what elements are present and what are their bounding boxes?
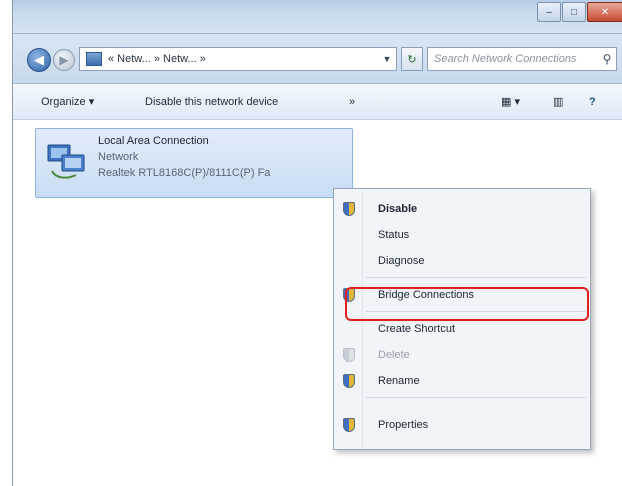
minimize-button[interactable]: –	[537, 2, 561, 22]
connection-name: Local Area Connection	[98, 135, 209, 147]
address-path[interactable]: « Netw... » Netw... »	[108, 53, 378, 65]
close-button[interactable]: ✕	[587, 2, 622, 22]
menu-item-diagnose[interactable]: Diagnose	[336, 249, 588, 273]
menu-separator	[366, 397, 586, 398]
shield-icon	[336, 197, 362, 221]
organize-button[interactable]: Organize ▾	[41, 94, 94, 110]
preview-pane-button[interactable]: ▥	[553, 94, 563, 110]
search-placeholder: Search Network Connections	[434, 53, 577, 65]
menu-item-rename[interactable]: Rename	[336, 369, 588, 393]
menu-item-delete: Delete	[336, 343, 588, 367]
menu-item-label: Properties	[378, 419, 429, 431]
shield-icon	[336, 369, 362, 393]
help-button[interactable]: ?	[589, 94, 596, 110]
network-connections-window: – □ ✕ ◀ ▶ « Netw... » Netw... » ▼ ↻ Sear…	[12, 0, 622, 486]
chevron-down-icon[interactable]: ▼	[378, 54, 396, 64]
menu-item-label: Status	[378, 229, 410, 241]
network-adapter-icon	[47, 144, 85, 179]
search-icon[interactable]: ⚲	[598, 52, 616, 66]
more-commands-button[interactable]: »	[349, 94, 355, 110]
local-area-connection-item[interactable]: Local Area Connection Network Realtek RT…	[35, 128, 353, 198]
refresh-button[interactable]: ↻	[401, 47, 423, 71]
menu-item-status[interactable]: Status	[336, 223, 588, 247]
caption-buttons: – □ ✕	[536, 2, 622, 24]
network-folder-icon	[86, 52, 102, 66]
title-bar[interactable]: – □ ✕	[13, 0, 622, 34]
properties-highlight-annotation	[345, 287, 589, 321]
maximize-button[interactable]: □	[562, 2, 586, 22]
forward-button[interactable]: ▶	[53, 49, 75, 71]
menu-item-label: Delete	[378, 349, 410, 361]
menu-item-label: Rename	[378, 375, 420, 387]
menu-item-properties[interactable]: Properties	[336, 413, 588, 437]
menu-separator	[366, 277, 586, 278]
shield-icon	[336, 343, 362, 367]
disable-device-button[interactable]: Disable this network device	[145, 94, 278, 110]
navigation-bar: ◀ ▶ « Netw... » Netw... » ▼ ↻ Search Net…	[13, 34, 622, 84]
menu-item-label: Disable	[378, 203, 418, 215]
menu-item-label: Create Shortcut	[378, 323, 456, 335]
search-input[interactable]: Search Network Connections ⚲	[427, 47, 617, 71]
connection-device: Realtek RTL8168C(P)/8111C(P) Fa	[98, 167, 271, 179]
connection-status: Network	[98, 151, 139, 163]
menu-item-disable[interactable]: Disable	[336, 197, 588, 221]
back-button[interactable]: ◀	[27, 48, 51, 72]
shield-icon	[336, 413, 362, 437]
address-bar[interactable]: « Netw... » Netw... » ▼	[79, 47, 397, 71]
command-bar: Organize ▾ Disable this network device »…	[13, 84, 622, 120]
change-view-button[interactable]: ▦ ▾	[501, 94, 520, 110]
menu-item-label: Diagnose	[378, 255, 425, 267]
